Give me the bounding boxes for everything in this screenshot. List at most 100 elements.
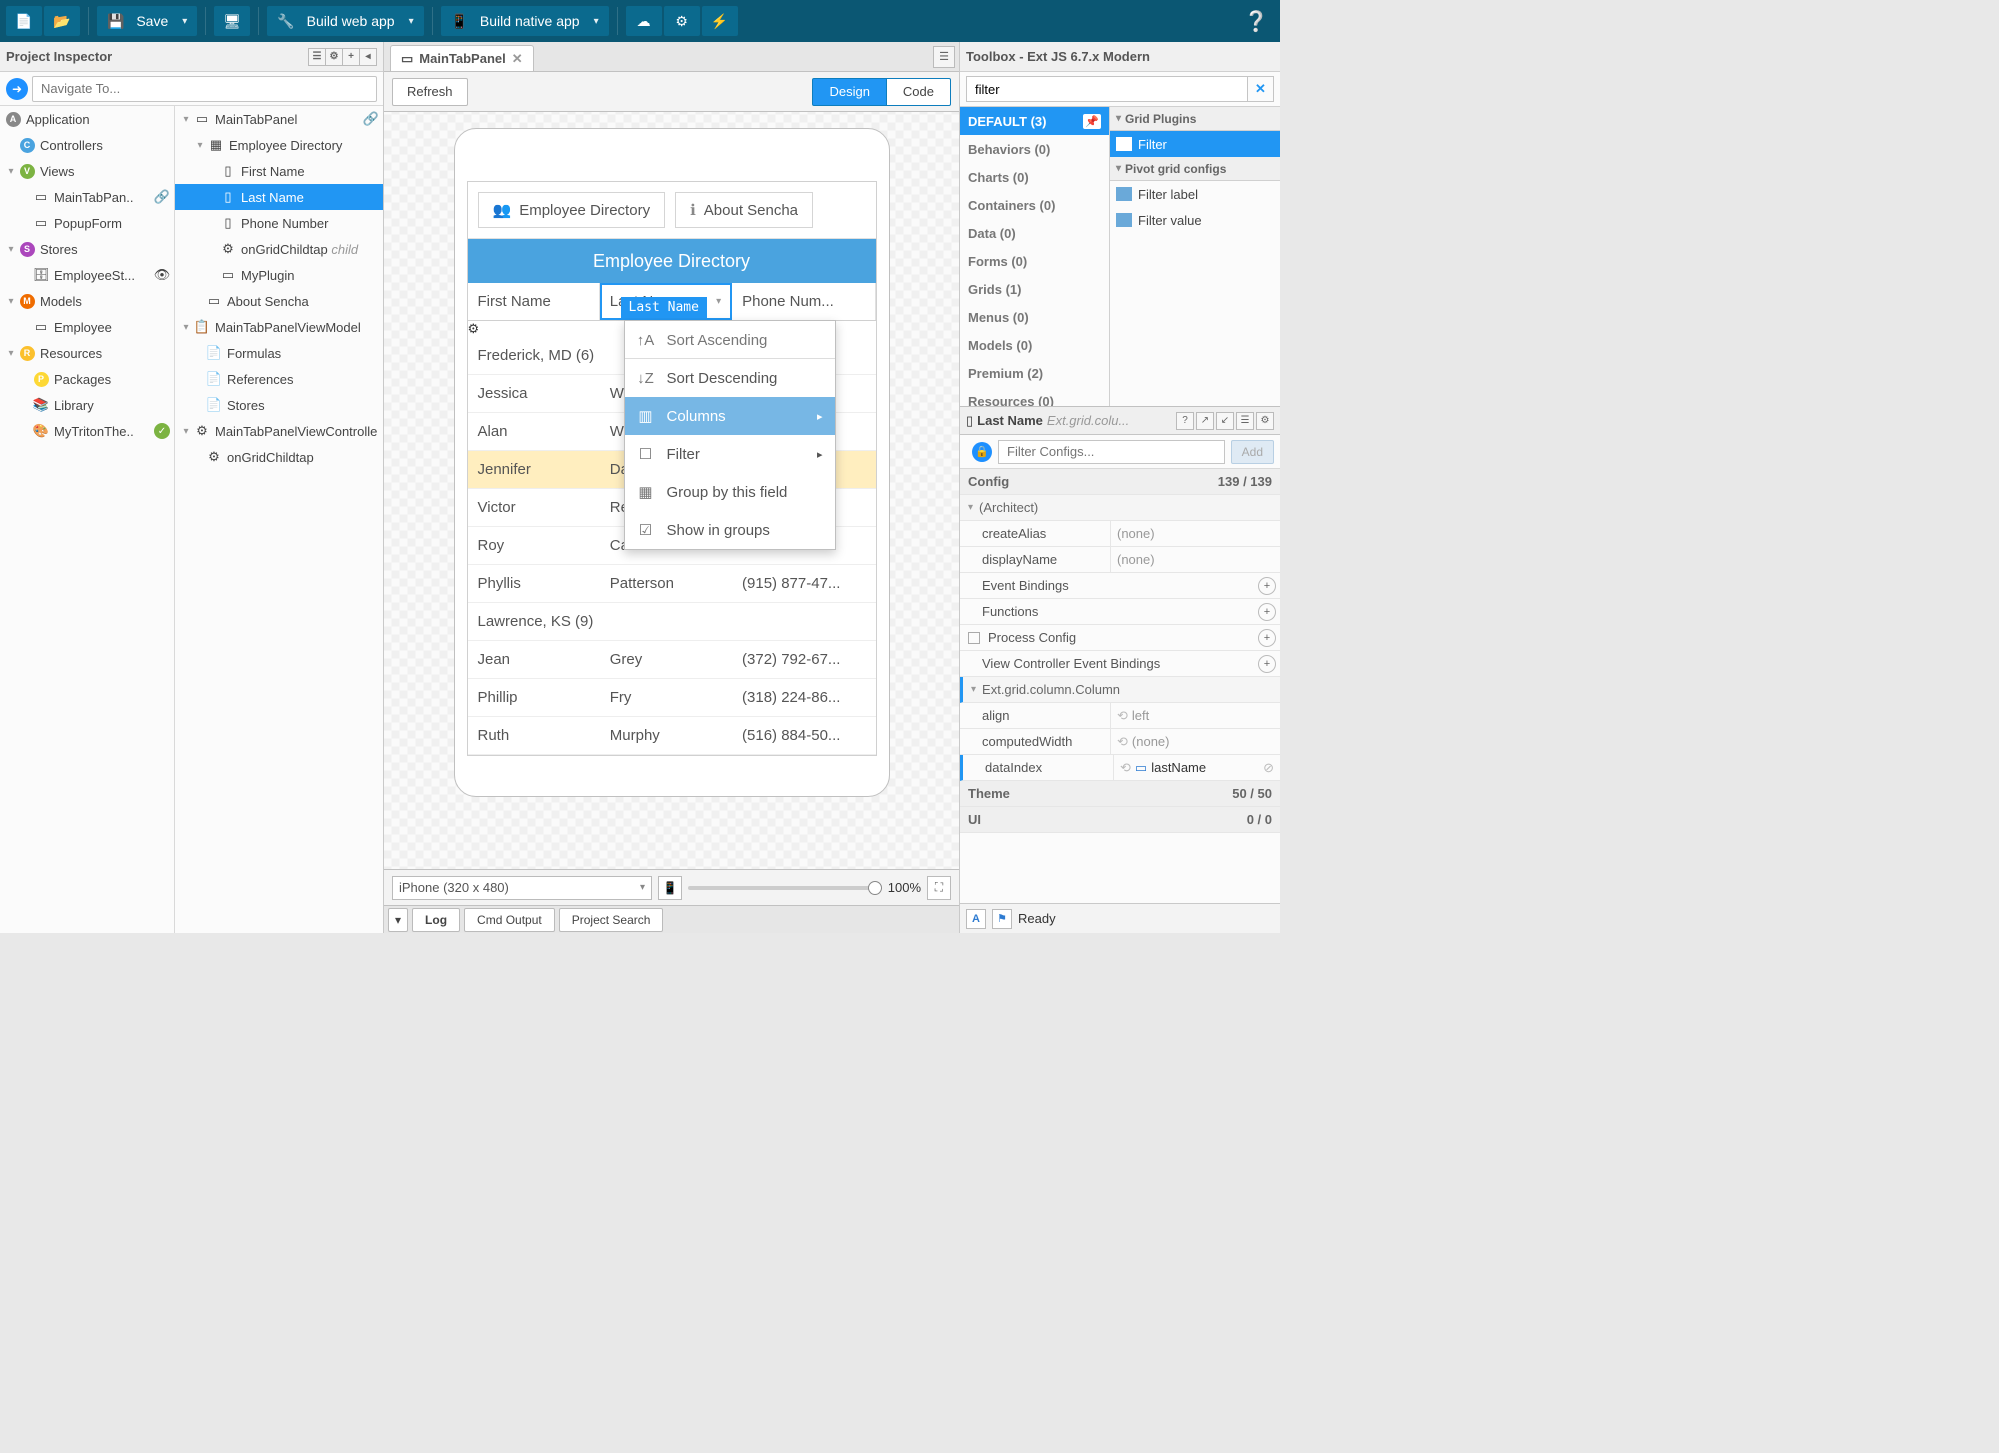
menu-filter[interactable]: ☐Filter▸ xyxy=(625,435,835,473)
open-button[interactable]: 📂 xyxy=(44,6,80,36)
nav-go-button[interactable]: ➜ xyxy=(6,78,28,100)
inspector-tool-list[interactable]: ☰ xyxy=(308,48,326,66)
build-native-button[interactable]: 📱 Build native app▾ xyxy=(441,6,609,36)
save-button[interactable]: 💾 Save▾ xyxy=(97,6,197,36)
add-icon[interactable]: + xyxy=(1258,655,1276,673)
orientation-button[interactable]: 📱 xyxy=(658,876,682,900)
bottom-collapse[interactable]: ▾ xyxy=(388,908,408,932)
menu-sort-desc[interactable]: ↓ZSort Descending xyxy=(625,359,835,397)
status-icon-flag[interactable]: ⚑ xyxy=(992,909,1012,929)
t2-firstname[interactable]: ▯First Name xyxy=(175,158,383,184)
app-tab-employee[interactable]: 👥Employee Directory xyxy=(478,192,666,228)
toolbox-cat[interactable]: Forms (0) xyxy=(960,247,1109,275)
cfg-section-config[interactable]: Config139 / 139 xyxy=(960,469,1280,495)
cfg-section-theme[interactable]: Theme50 / 50 xyxy=(960,781,1280,807)
tbx-item-filter-value[interactable]: Filter value xyxy=(1110,207,1280,233)
reset-icon[interactable]: ⟲ xyxy=(1117,734,1128,750)
cfg-createalias[interactable]: createAlias(none) xyxy=(960,521,1280,547)
tree-employee-model[interactable]: ▭Employee xyxy=(0,314,174,340)
new-file-button[interactable]: 📄 xyxy=(6,6,42,36)
grid-group[interactable]: Lawrence, KS (9) xyxy=(468,603,876,641)
grid-row[interactable]: RuthMurphy(516) 884-50... xyxy=(468,717,876,755)
cfg-dataindex[interactable]: dataIndex⟲▭lastName⊘ xyxy=(960,755,1280,781)
clear-filter-button[interactable]: ✕ xyxy=(1248,76,1274,102)
config-out[interactable]: ↗ xyxy=(1196,412,1214,430)
device-select[interactable]: iPhone (320 x 480)▾ xyxy=(392,876,652,900)
add-icon[interactable]: + xyxy=(1258,577,1276,595)
grid-row[interactable]: JeanGrey(372) 792-67... xyxy=(468,641,876,679)
flash-button[interactable]: ⚡ xyxy=(702,6,738,36)
cfg-group-architect[interactable]: ▾(Architect) xyxy=(960,495,1280,521)
dropdown-icon[interactable]: ▾ xyxy=(716,296,721,307)
menu-group[interactable]: ▦Group by this field xyxy=(625,473,835,511)
config-add-button[interactable]: Add xyxy=(1231,440,1274,464)
cfg-vcbindings[interactable]: View Controller Event Bindings+ xyxy=(960,651,1280,677)
tab-close-icon[interactable]: ✕ xyxy=(512,51,523,67)
cfg-displayname[interactable]: displayName(none) xyxy=(960,547,1280,573)
cfg-section-ui[interactable]: UI0 / 0 xyxy=(960,807,1280,833)
clear-icon[interactable]: ⊘ xyxy=(1263,760,1274,776)
tree-application[interactable]: AApplication xyxy=(0,106,174,132)
config-list[interactable]: ☰ xyxy=(1236,412,1254,430)
menu-show-groups[interactable]: ☑Show in groups xyxy=(625,511,835,549)
col-firstname[interactable]: First Name xyxy=(468,283,600,320)
build-web-button[interactable]: 🔧 Build web app▾ xyxy=(267,6,423,36)
add-icon[interactable]: + xyxy=(1258,603,1276,621)
toolbox-cat[interactable]: Charts (0) xyxy=(960,163,1109,191)
inspector-tool-gear[interactable]: ⚙ xyxy=(325,48,343,66)
toolbox-cat[interactable]: Containers (0) xyxy=(960,191,1109,219)
tree-packages[interactable]: PPackages xyxy=(0,366,174,392)
t2-aboutsencha[interactable]: ▭About Sencha xyxy=(175,288,383,314)
reset-icon[interactable]: ⟲ xyxy=(1120,760,1131,776)
cfg-processconfig[interactable]: Process Config+ xyxy=(960,625,1280,651)
menu-columns[interactable]: ▥Columns▸ xyxy=(625,397,835,435)
refresh-button[interactable]: Refresh xyxy=(392,78,468,106)
bottom-tab-log[interactable]: Log xyxy=(412,908,460,932)
tree-stores[interactable]: ▾SStores xyxy=(0,236,174,262)
bottom-tab-cmd[interactable]: Cmd Output xyxy=(464,908,555,932)
menu-sort-asc[interactable]: ↑ASort Ascending xyxy=(625,321,835,359)
tree-theme[interactable]: 🎨MyTritonThe..✓ xyxy=(0,418,174,444)
config-lock-icon[interactable]: 🔒 xyxy=(972,442,992,462)
toolbox-cat[interactable]: Menus (0) xyxy=(960,303,1109,331)
center-tab-maintabpanel[interactable]: ▭MainTabPanel✕ xyxy=(390,45,534,71)
center-tabs-menu[interactable]: ☰ xyxy=(933,46,955,68)
cfg-computedwidth[interactable]: computedWidth⟲(none) xyxy=(960,729,1280,755)
toolbox-filter-input[interactable] xyxy=(966,76,1248,102)
tbx-group-grid-plugins[interactable]: ▾Grid Plugins xyxy=(1110,107,1280,131)
toolbox-cat[interactable]: Data (0) xyxy=(960,219,1109,247)
navigate-input[interactable] xyxy=(32,76,377,102)
toolbox-cat[interactable]: Behaviors (0) xyxy=(960,135,1109,163)
t2-stores2[interactable]: 📄Stores xyxy=(175,392,383,418)
tree-maintabpanel[interactable]: ▭MainTabPan..🔗 xyxy=(0,184,174,210)
settings-button[interactable]: ⚙ xyxy=(664,6,700,36)
t2-ongridchildtap2[interactable]: ⚙onGridChildtap xyxy=(175,444,383,470)
t2-maintabpanel[interactable]: ▾▭MainTabPanel🔗 xyxy=(175,106,383,132)
tbx-item-filter-label[interactable]: Filter label xyxy=(1110,181,1280,207)
toolbox-cat[interactable]: Resources (0) xyxy=(960,387,1109,406)
t2-ongridchildtap[interactable]: ⚙onGridChildtap child xyxy=(175,236,383,262)
cfg-eventbindings[interactable]: Event Bindings+ xyxy=(960,573,1280,599)
cfg-functions[interactable]: Functions+ xyxy=(960,599,1280,625)
code-toggle[interactable]: Code xyxy=(887,78,951,106)
checkbox[interactable] xyxy=(968,632,980,644)
config-help[interactable]: ? xyxy=(1176,412,1194,430)
app-tab-about[interactable]: ℹAbout Sencha xyxy=(675,192,813,228)
cfg-align[interactable]: align⟲left xyxy=(960,703,1280,729)
toolbox-cat[interactable]: Premium (2) xyxy=(960,359,1109,387)
toolbox-cat[interactable]: Models (0) xyxy=(960,331,1109,359)
zoom-slider[interactable] xyxy=(688,886,882,890)
tree-controllers[interactable]: CControllers xyxy=(0,132,174,158)
tbx-item-filter[interactable]: Filter xyxy=(1110,131,1280,157)
config-in[interactable]: ↙ xyxy=(1216,412,1234,430)
t2-phone[interactable]: ▯Phone Number xyxy=(175,210,383,236)
add-icon[interactable]: + xyxy=(1258,629,1276,647)
reset-icon[interactable]: ⟲ xyxy=(1117,708,1128,724)
t2-viewcontroller[interactable]: ▾⚙MainTabPanelViewControlle xyxy=(175,418,383,444)
grid-row[interactable]: PhyllisPatterson(915) 877-47... xyxy=(468,565,876,603)
col-phone[interactable]: Phone Num... xyxy=(732,283,875,320)
toolbox-cat[interactable]: DEFAULT (3)📌 xyxy=(960,107,1109,135)
design-toggle[interactable]: Design xyxy=(812,78,886,106)
tree-resources[interactable]: ▾RResources xyxy=(0,340,174,366)
config-filter-input[interactable] xyxy=(998,440,1225,464)
